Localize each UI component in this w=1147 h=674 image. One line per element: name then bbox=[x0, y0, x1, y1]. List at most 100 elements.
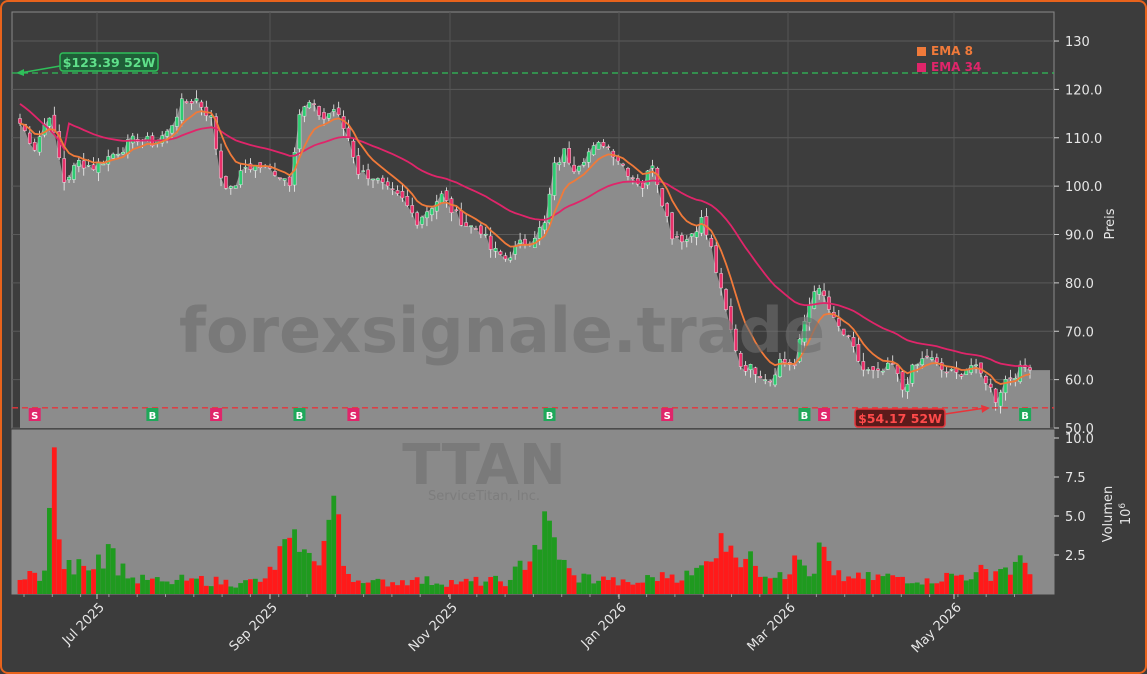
volume-bar bbox=[213, 576, 219, 594]
candle-body bbox=[572, 164, 576, 172]
volume-bar bbox=[277, 546, 283, 594]
candle-body bbox=[322, 112, 326, 120]
volume-bar bbox=[331, 495, 337, 594]
volume-bar bbox=[973, 572, 979, 594]
volume-bar bbox=[66, 560, 72, 594]
volume-bar bbox=[684, 570, 690, 594]
candle-body bbox=[577, 166, 581, 172]
volume-bar bbox=[149, 578, 155, 594]
volume-bar bbox=[743, 558, 749, 594]
legend-swatch bbox=[917, 47, 926, 56]
volume-bar bbox=[748, 551, 753, 594]
volume-bar bbox=[458, 581, 464, 594]
volume-bar bbox=[282, 539, 288, 594]
volume-bar bbox=[174, 579, 180, 594]
volume-bar bbox=[1027, 574, 1033, 594]
volume-bar bbox=[821, 546, 827, 594]
candle-body bbox=[430, 208, 434, 216]
candle-body bbox=[28, 132, 32, 144]
candle-body bbox=[37, 136, 42, 153]
candle-body bbox=[949, 368, 954, 371]
volume-bar bbox=[453, 584, 459, 594]
signal-label: S bbox=[213, 411, 220, 422]
volume-bar bbox=[958, 574, 964, 594]
signal-label: S bbox=[664, 411, 671, 422]
volume-bar bbox=[292, 529, 297, 594]
volume-bar bbox=[390, 582, 396, 594]
volume-bar bbox=[91, 569, 96, 594]
volume-bar bbox=[733, 557, 739, 594]
volume-bar bbox=[993, 571, 999, 594]
volume-bar bbox=[875, 574, 881, 594]
volume-bar bbox=[537, 549, 543, 594]
volume-bar bbox=[1017, 555, 1023, 594]
volume-panel: 2.5 5.0 7.5 10.0 Volumen 106 Jul 2025 Sep 2025 N… bbox=[11, 429, 1134, 656]
volume-bar bbox=[885, 573, 891, 594]
candle-body bbox=[483, 233, 488, 236]
candle-body bbox=[175, 116, 179, 127]
candle-body bbox=[238, 170, 243, 185]
volume-bar bbox=[929, 583, 935, 594]
volume-bar bbox=[473, 576, 479, 594]
candle-body bbox=[998, 392, 1003, 407]
volume-bar bbox=[321, 540, 327, 594]
volume-tick-label: 5.0 bbox=[1065, 510, 1086, 525]
volume-bar bbox=[498, 581, 503, 594]
candle-body bbox=[586, 151, 591, 163]
candle-body bbox=[886, 362, 890, 370]
candle-body bbox=[900, 371, 905, 391]
volume-bar bbox=[145, 579, 150, 594]
volume-tick-label: 10.0 bbox=[1065, 432, 1094, 447]
volume-bar bbox=[552, 537, 557, 594]
candle-body bbox=[32, 142, 37, 151]
candle-body bbox=[488, 235, 493, 250]
volume-bar bbox=[816, 542, 822, 594]
volume-tick-label: 7.5 bbox=[1065, 471, 1086, 486]
signal-label: B bbox=[149, 411, 157, 422]
volume-bar bbox=[169, 584, 175, 594]
volume-bar bbox=[909, 583, 915, 594]
volume-bar bbox=[360, 583, 366, 594]
volume-bar bbox=[787, 574, 793, 594]
candle-body bbox=[390, 188, 395, 190]
time-tick-label: Jan 2026 bbox=[578, 600, 630, 652]
volume-bar bbox=[449, 580, 454, 594]
volume-bar bbox=[404, 585, 410, 594]
candle-body bbox=[856, 343, 861, 362]
candle-body bbox=[709, 237, 714, 247]
price-tick-label: 110.0 bbox=[1065, 132, 1102, 147]
volume-bar bbox=[620, 579, 626, 594]
candle-body bbox=[596, 141, 601, 150]
candle-body bbox=[297, 114, 302, 150]
candle-body bbox=[229, 186, 233, 189]
signal-label: B bbox=[1021, 411, 1029, 422]
volume-bar bbox=[963, 580, 969, 594]
price-axis-label: Preis bbox=[1103, 208, 1118, 239]
candle-body bbox=[243, 166, 248, 169]
volume-bar bbox=[645, 575, 650, 594]
volume-bar bbox=[159, 581, 165, 594]
volume-bar bbox=[32, 572, 38, 594]
candle-body bbox=[130, 135, 135, 144]
volume-bar bbox=[1022, 562, 1028, 594]
candle-body bbox=[91, 164, 96, 170]
candle-body bbox=[199, 101, 204, 108]
volume-bar bbox=[316, 565, 322, 594]
candle-body bbox=[861, 361, 866, 371]
volume-bar bbox=[243, 580, 248, 594]
price-panel: 50.060.070.080.090.0100.0110.0120.0130Pr… bbox=[11, 11, 1118, 437]
volume-bar bbox=[924, 578, 930, 594]
candle-body bbox=[302, 106, 307, 117]
candle-body bbox=[523, 238, 527, 245]
candle-body bbox=[935, 357, 939, 363]
candle-body bbox=[562, 148, 567, 163]
candle-body bbox=[170, 125, 174, 134]
candle-body bbox=[680, 235, 684, 243]
candle-body bbox=[287, 176, 292, 186]
volume-bar bbox=[659, 572, 665, 594]
candle-body bbox=[542, 222, 547, 231]
volume-bar bbox=[517, 560, 523, 594]
volume-bar bbox=[488, 577, 494, 594]
volume-bar bbox=[900, 576, 905, 594]
candle-body bbox=[915, 364, 920, 366]
